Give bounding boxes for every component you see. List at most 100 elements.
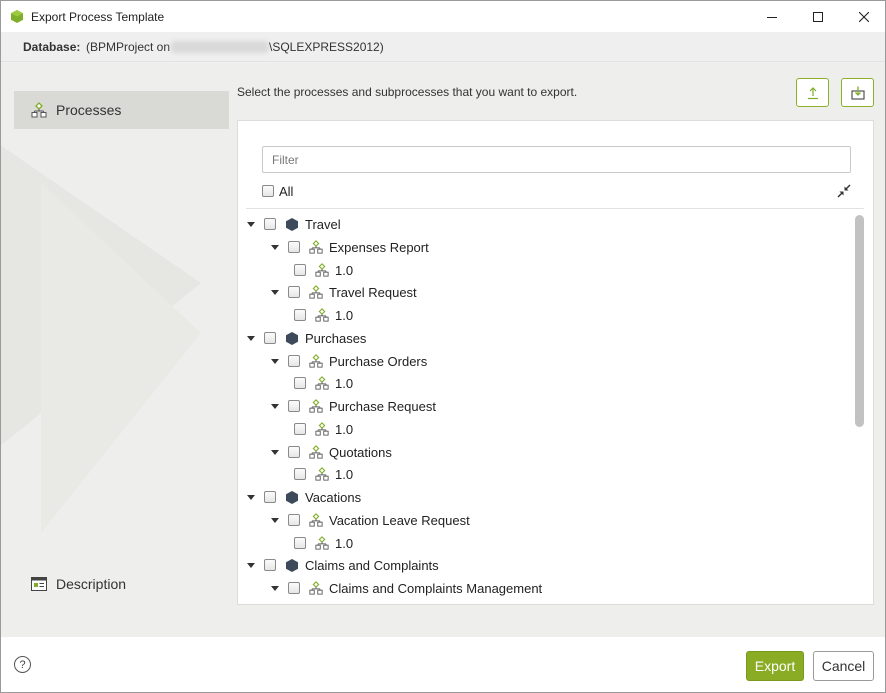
expand-toggle-icon[interactable] [270,356,280,366]
tree-label: Claims and Complaints [305,557,439,573]
tree-checkbox[interactable] [264,332,276,344]
maximize-button[interactable] [795,1,841,32]
tree-process-row[interactable]: Claims and Complaints Management [270,577,542,599]
category-icon [285,331,299,345]
tree-checkbox[interactable] [264,491,276,503]
filter-input[interactable] [262,146,851,173]
tree-label: 1.0 [335,307,354,323]
tree-label: Purchases [305,330,367,346]
expand-toggle-icon[interactable] [246,560,256,570]
tree-checkbox[interactable] [264,559,276,571]
tree-checkbox[interactable] [288,446,300,458]
tree-version-row[interactable]: 1.0 [294,532,353,554]
tree-label: 1.0 [335,466,354,482]
version-icon [315,467,329,481]
expand-toggle-icon[interactable] [270,447,280,457]
tree-checkbox[interactable] [288,355,300,367]
download-box-icon [850,86,865,100]
dialog-footer: ? Export Cancel [1,637,885,692]
tree-label: Expenses Report [329,239,429,255]
tree-checkbox[interactable] [288,514,300,526]
minimize-icon [767,16,777,18]
version-icon [315,376,329,390]
expand-toggle-icon[interactable] [270,515,280,525]
expand-toggle-icon[interactable] [246,219,256,229]
tree-checkbox[interactable] [294,537,306,549]
category-icon [285,217,299,231]
expand-toggle-icon[interactable] [270,583,280,593]
minimize-button[interactable] [749,1,795,32]
expand-toggle-icon[interactable] [270,242,280,252]
select-all-row: All [262,182,293,200]
database-value-prefix: (BPMProject on [86,40,171,54]
tree-process-row[interactable]: Expenses Report [270,236,429,258]
collapse-all-icon[interactable] [837,184,851,198]
version-icon [315,422,329,436]
tree-category-row[interactable]: Claims and Complaints [246,554,439,576]
tree-checkbox[interactable] [294,423,306,435]
tree-process-row[interactable]: Quotations [270,441,392,463]
tree-label: Vacations [305,489,362,505]
cancel-button[interactable]: Cancel [813,651,874,681]
category-icon [285,558,299,572]
nav-description-label: Description [56,576,127,592]
tree-checkbox[interactable] [294,468,306,480]
select-all-label: All [279,183,294,199]
tree-process-row[interactable]: Vacation Leave Request [270,509,470,531]
tree-process-row[interactable]: Purchase Orders [270,350,427,372]
export-button[interactable]: Export [746,651,804,681]
tree-label: 1.0 [335,535,354,551]
scrollbar-thumb[interactable] [855,215,864,427]
tree-label: 1.0 [335,262,354,278]
process-icon [309,445,323,459]
tree-category-row[interactable]: Vacations [246,486,361,508]
nav-item-processes[interactable]: Processes [14,91,229,129]
tree-checkbox[interactable] [294,309,306,321]
expand-toggle-icon[interactable] [270,287,280,297]
process-icon [30,101,48,119]
database-value-suffix: \SQLEXPRESS2012) [269,40,384,54]
tree-checkbox[interactable] [288,241,300,253]
process-icon [309,399,323,413]
tree-checkbox[interactable] [294,264,306,276]
nav-item-description[interactable]: Description [14,565,229,603]
process-selection-panel: All Travel Expenses Report [237,120,874,605]
tree-label: Purchase Orders [329,353,428,369]
tree-category-row[interactable]: Travel [246,213,341,235]
version-icon [315,308,329,322]
tree-label: Travel [305,216,341,232]
database-bar: Database: (BPMProject on \SQLEXPRESS2012… [1,32,885,62]
process-icon [309,513,323,527]
tree-version-row[interactable]: 1.0 [294,304,353,326]
process-tree: Travel Expenses Report 1.0 Travel Reques… [238,213,854,601]
version-icon [315,263,329,277]
tree-process-row[interactable]: Travel Request [270,281,417,303]
select-all-checkbox[interactable] [262,185,274,197]
expand-toggle-icon[interactable] [246,492,256,502]
process-icon [309,581,323,595]
vertical-scrollbar[interactable] [855,215,864,598]
tree-version-row[interactable]: 1.0 [294,259,353,281]
export-to-file-button[interactable] [796,78,829,107]
tree-label: Travel Request [329,284,417,300]
tree-category-row[interactable]: Purchases [246,327,366,349]
tree-checkbox[interactable] [288,400,300,412]
version-icon [315,536,329,550]
help-icon[interactable]: ? [14,656,31,673]
tree-checkbox[interactable] [264,218,276,230]
tree-process-row[interactable]: Purchase Request [270,395,436,417]
instructions-text: Select the processes and subprocesses th… [237,85,578,99]
tree-checkbox[interactable] [288,286,300,298]
tree-version-row[interactable]: 1.0 [294,463,353,485]
description-icon [30,575,48,593]
export-to-package-button[interactable] [841,78,874,107]
tree-version-row[interactable]: 1.0 [294,372,353,394]
database-label: Database: [23,40,81,54]
expand-toggle-icon[interactable] [246,333,256,343]
close-button[interactable] [841,1,885,32]
tree-checkbox[interactable] [288,582,300,594]
tree-checkbox[interactable] [294,377,306,389]
tree-version-row[interactable]: 1.0 [294,418,353,440]
expand-toggle-icon[interactable] [270,401,280,411]
tree-label: Purchase Request [329,398,436,414]
